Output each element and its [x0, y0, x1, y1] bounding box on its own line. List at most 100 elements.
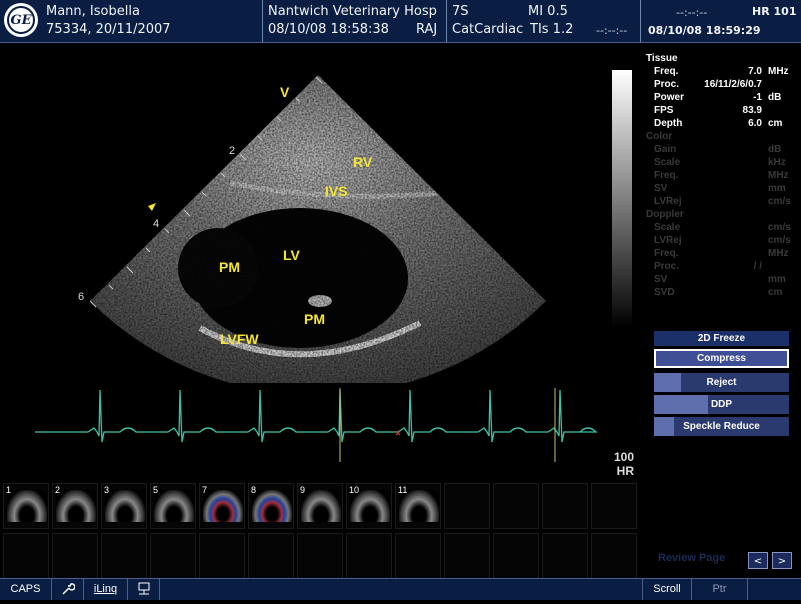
- speckle-reduce-label: Speckle Reduce: [683, 421, 760, 432]
- param-unit: cm/s: [768, 196, 791, 207]
- param-unit: cm: [768, 287, 783, 298]
- param-value: / /: [753, 261, 762, 272]
- empty-clip-slot[interactable]: [150, 533, 196, 579]
- empty-clip-slot[interactable]: [3, 533, 49, 579]
- clip-preview: [301, 490, 341, 522]
- clip-thumbnail[interactable]: 10: [346, 483, 392, 529]
- review-prev-button[interactable]: <: [748, 552, 768, 569]
- clip-thumbnail[interactable]: 11: [395, 483, 441, 529]
- param-unit: dB: [768, 92, 782, 103]
- mechanical-index: MI 0.5: [528, 4, 568, 19]
- param-unit: dB: [768, 144, 782, 155]
- ilinq-button[interactable]: iLinq: [84, 579, 128, 600]
- speckle-level-fill: [654, 417, 675, 436]
- review-next-button[interactable]: >: [772, 552, 792, 569]
- param-key: Proc.: [654, 79, 680, 90]
- param-row: Proc. 16/11/2/6/0.7: [646, 78, 796, 91]
- speckle-noise: [90, 75, 546, 383]
- ddp-label: DDP: [710, 399, 733, 410]
- param-row: LVRej cm/s: [646, 234, 796, 247]
- param-row: SVD cm: [646, 286, 796, 299]
- compress-button[interactable]: Compress: [654, 349, 789, 368]
- clip-number: 2: [55, 485, 61, 495]
- clip-number: 10: [349, 485, 360, 495]
- grayscale-bar: [612, 70, 632, 328]
- empty-clip-slot[interactable]: [199, 533, 245, 579]
- param-section-color: Color: [646, 131, 673, 142]
- orientation-marker: V: [280, 84, 290, 100]
- clip-preview: [154, 490, 194, 522]
- label-pm-bottom: PM: [304, 311, 325, 327]
- empty-clip-slot[interactable]: [591, 533, 637, 579]
- param-unit: MHz: [768, 248, 789, 259]
- hospital-name: Nantwich Veterinary Hosp: [268, 4, 437, 19]
- param-key: SV: [654, 274, 668, 285]
- clip-number: 1: [6, 485, 12, 495]
- ddp-button[interactable]: DDP: [654, 395, 789, 414]
- header-divider: [262, 0, 263, 42]
- empty-clip-slot[interactable]: [493, 483, 539, 529]
- param-value: 16/11/2/6/0.7: [704, 79, 762, 90]
- clip-number: 8: [251, 485, 257, 495]
- patient-id-dob: 75334, 20/11/2007: [46, 22, 171, 37]
- empty-clip-slot[interactable]: [542, 533, 588, 579]
- ultrasound-image[interactable]: [0, 43, 600, 383]
- ptr-button[interactable]: Ptr: [692, 579, 748, 600]
- clip-preview: [105, 490, 145, 522]
- reject-level-fill: [654, 373, 681, 392]
- param-key: Scale: [654, 222, 681, 233]
- clip-thumbnail[interactable]: 5: [150, 483, 196, 529]
- depth-label-2: 2: [229, 145, 236, 157]
- reject-button[interactable]: Reject: [654, 373, 789, 392]
- param-row: Freq. MHz: [646, 247, 796, 260]
- param-section-tissue: Tissue: [646, 53, 678, 64]
- param-value: 7.0: [748, 66, 762, 77]
- empty-clip-slot[interactable]: [493, 533, 539, 579]
- param-row: SV mm: [646, 182, 796, 195]
- caps-indicator: CAPS: [0, 579, 52, 600]
- empty-clip-slot[interactable]: [52, 533, 98, 579]
- clip-thumbnail[interactable]: 8: [248, 483, 294, 529]
- empty-clip-slot[interactable]: [444, 483, 490, 529]
- param-unit: mm: [768, 274, 786, 285]
- empty-clip-slot[interactable]: [101, 533, 147, 579]
- ge-logo-icon: GE: [4, 3, 38, 37]
- clip-preview: [56, 490, 96, 522]
- wrench-icon[interactable]: [52, 579, 84, 600]
- clip-preview: [203, 490, 243, 522]
- param-key: Freq.: [654, 248, 679, 259]
- param-row: Scale cm/s: [646, 221, 796, 234]
- empty-clip-slot[interactable]: [542, 483, 588, 529]
- empty-clip-slot[interactable]: [297, 533, 343, 579]
- param-key: SV: [654, 183, 668, 194]
- clip-thumbnail[interactable]: 2: [52, 483, 98, 529]
- network-icon[interactable]: [128, 579, 160, 600]
- clip-thumbnail[interactable]: 3: [101, 483, 147, 529]
- clip-thumbnail[interactable]: 1: [3, 483, 49, 529]
- network-glyph-icon: [138, 582, 149, 595]
- param-section-doppler: Doppler: [646, 209, 684, 220]
- header-bar: GE Mann, Isobella 75334, 20/11/2007 Nant…: [0, 0, 801, 42]
- param-unit: MHz: [768, 66, 789, 77]
- param-row: Proc. / /: [646, 260, 796, 273]
- clip-number: 11: [398, 485, 408, 495]
- clip-thumbnail[interactable]: 9: [297, 483, 343, 529]
- param-key: FPS: [654, 105, 674, 116]
- param-value: 6.0: [748, 118, 762, 129]
- empty-clip-slot[interactable]: [444, 533, 490, 579]
- ecg-waveform: [35, 389, 598, 443]
- speckle-reduce-button[interactable]: Speckle Reduce: [654, 417, 789, 436]
- empty-clip-slot[interactable]: [346, 533, 392, 579]
- depth-label-4: 4: [153, 218, 160, 230]
- scroll-button[interactable]: Scroll: [642, 579, 692, 600]
- clip-thumbnail[interactable]: 7: [199, 483, 245, 529]
- thermal-index: TIs 1.2: [530, 22, 574, 37]
- clip-number: 7: [202, 485, 208, 495]
- review-page-label: Review Page: [658, 552, 726, 564]
- empty-clip-slot[interactable]: [591, 483, 637, 529]
- empty-clip-slot[interactable]: [248, 533, 294, 579]
- param-row: FPS 83.9: [646, 104, 796, 117]
- empty-clip-slot[interactable]: [395, 533, 441, 579]
- param-row: Scale kHz: [646, 156, 796, 169]
- label-ivs: IVS: [325, 183, 348, 199]
